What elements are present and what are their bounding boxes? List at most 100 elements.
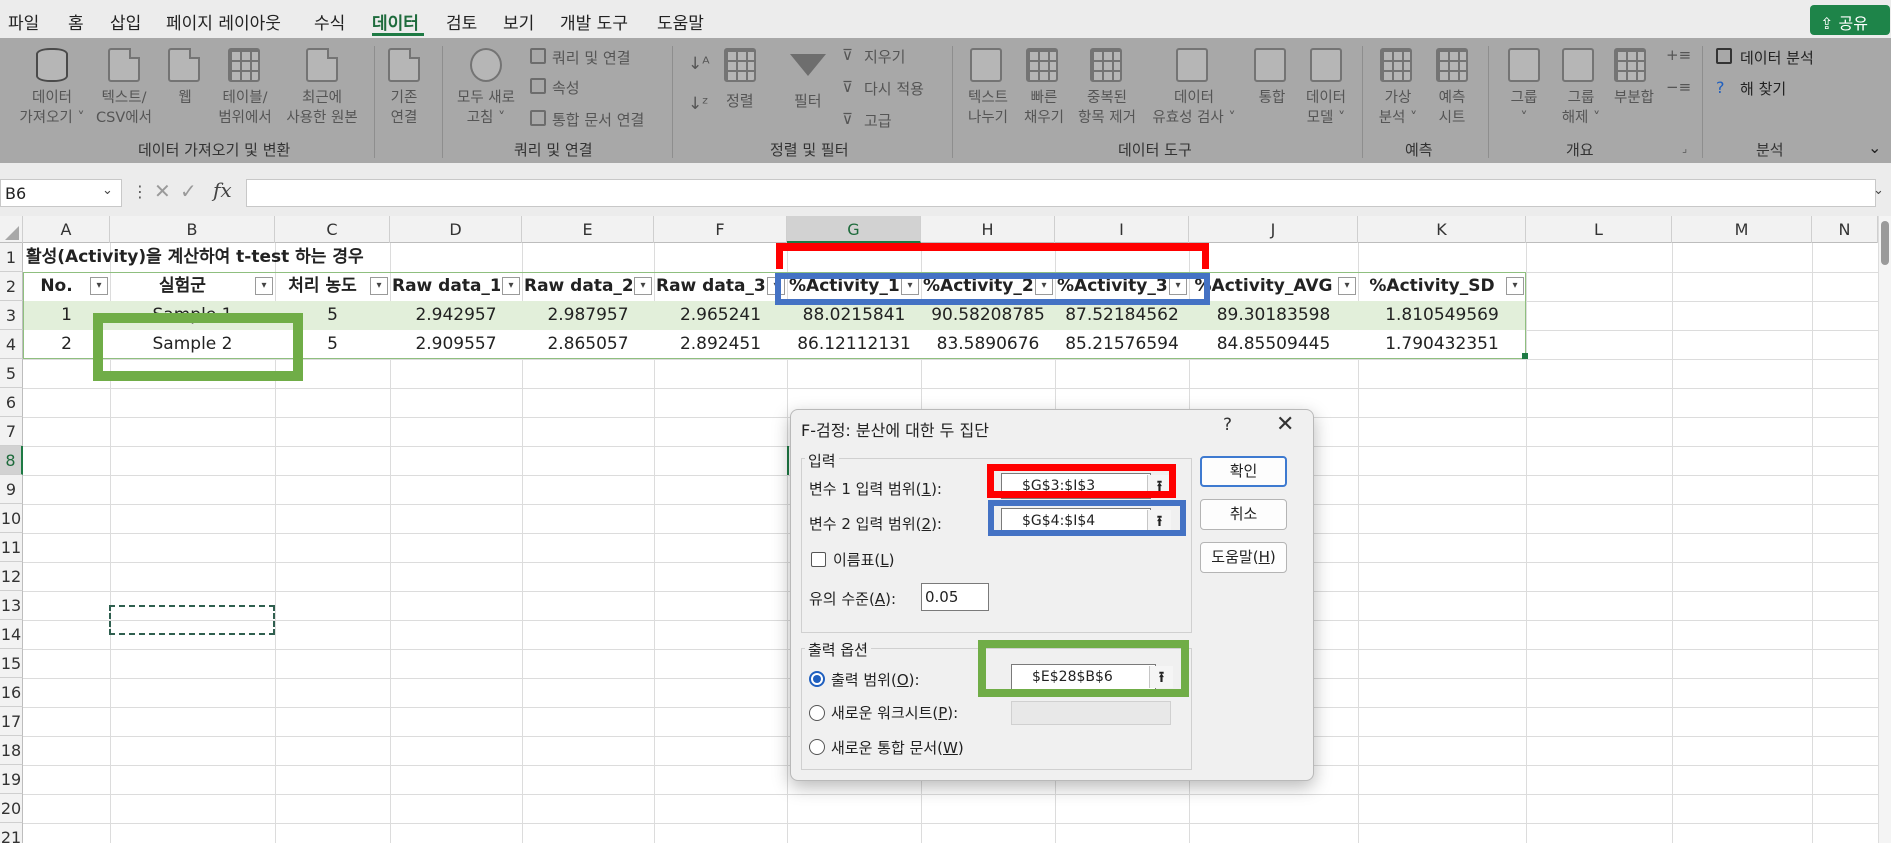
sort-asc-icon[interactable]: ↓ᴬ (688, 54, 710, 74)
group-button[interactable]: 그룹 ˅ (1500, 88, 1548, 128)
table-cell[interactable]: 2.865057 (524, 330, 652, 359)
menu-help[interactable]: 도움말 (657, 9, 704, 34)
new-worksheet-radio[interactable] (809, 705, 825, 721)
cancel-button[interactable]: 취소 (1200, 499, 1287, 530)
consolidate-button[interactable]: 통합 (1254, 88, 1290, 108)
from-table-button[interactable]: 테이블/ 범위에서 (212, 88, 278, 128)
column-header-5[interactable]: E (522, 216, 654, 243)
column-header-4[interactable]: D (390, 216, 522, 243)
table-cell[interactable]: 2.892451 (656, 330, 785, 359)
table-cell[interactable]: 2.987957 (524, 301, 652, 330)
vertical-scrollbar[interactable] (1878, 216, 1891, 843)
column-header-11[interactable]: K (1358, 216, 1526, 243)
row-header-13[interactable]: 13 (0, 591, 23, 620)
column-header-3[interactable]: C (275, 216, 390, 243)
sort-desc-icon[interactable]: ↓ᶻ (688, 94, 708, 114)
sheet-title-cell[interactable]: 활성(Activity)을 계산하여 t-test 하는 경우 (26, 243, 364, 272)
column-header-7[interactable]: G (787, 216, 921, 243)
menu-developer[interactable]: 개발 도구 (560, 9, 628, 34)
insert-function-icon[interactable]: fx (213, 178, 232, 202)
collapse-ribbon-icon[interactable]: ⌄ (1868, 138, 1881, 157)
text-to-columns-button[interactable]: 텍스트 나누기 (960, 88, 1016, 128)
recent-sources-button[interactable]: 최근에 사용한 원본 (280, 88, 364, 128)
column-header-2[interactable]: B (110, 216, 275, 243)
column-header-12[interactable]: L (1526, 216, 1672, 243)
queries-connections-button[interactable]: 쿼리 및 연결 (552, 47, 631, 68)
web-button[interactable]: 웹 (170, 88, 200, 108)
cancel-entry-icon[interactable]: ✕ (154, 179, 171, 203)
filter-button[interactable]: 필터 (794, 90, 822, 111)
column-header-8[interactable]: H (921, 216, 1055, 243)
table-header-cell[interactable]: No. (25, 272, 88, 301)
filter-dropdown-icon[interactable]: ▾ (1506, 277, 1524, 295)
ungroup-button[interactable]: 그룹 해제 ˅ (1554, 88, 1608, 128)
table-cell[interactable]: 83.5890676 (923, 330, 1053, 359)
row-header-21[interactable]: 21 (0, 823, 23, 843)
table-cell[interactable]: 84.85509445 (1191, 330, 1356, 359)
solver-button[interactable]: 해 찾기 (1740, 78, 1786, 99)
menu-file[interactable]: 파일 (8, 9, 39, 34)
row-header-10[interactable]: 10 (0, 504, 23, 533)
column-header-1[interactable]: A (23, 216, 110, 243)
advanced-filter-button[interactable]: 고급 (864, 110, 892, 131)
row-header-7[interactable]: 7 (0, 417, 23, 446)
table-cell[interactable]: 1.810549569 (1360, 301, 1524, 330)
row-header-1[interactable]: 1 (0, 243, 23, 272)
select-all-button[interactable] (0, 216, 23, 243)
menu-data[interactable]: 데이터 (372, 9, 419, 34)
workbook-links-button[interactable]: 통합 문서 연결 (552, 109, 644, 130)
what-if-button[interactable]: 가상 분석 ˅ (1372, 88, 1424, 128)
more-options-icon[interactable]: ⋮ (132, 182, 148, 201)
table-cell[interactable]: 85.21576594 (1057, 330, 1187, 359)
row-header-9[interactable]: 9 (0, 475, 23, 504)
scrollbar-thumb[interactable] (1881, 221, 1889, 265)
table-header-cell[interactable]: Raw data_2 (524, 272, 632, 301)
column-header-9[interactable]: I (1055, 216, 1189, 243)
share-button[interactable]: ⇪ 공유 (1810, 5, 1890, 35)
row-header-15[interactable]: 15 (0, 649, 23, 678)
filter-dropdown-icon[interactable]: ▾ (1338, 277, 1356, 295)
table-cell[interactable]: 90.58208785 (923, 301, 1053, 330)
hide-detail-icon[interactable]: −≡ (1666, 78, 1691, 96)
filter-dropdown-icon[interactable]: ▾ (634, 277, 652, 295)
row-header-4[interactable]: 4 (0, 330, 23, 359)
reapply-button[interactable]: 다시 적용 (864, 78, 924, 99)
outline-dialog-launcher-icon[interactable]: ⌟ (1682, 142, 1687, 155)
filter-dropdown-icon[interactable]: ▾ (502, 277, 520, 295)
menu-insert[interactable]: 삽입 (110, 9, 141, 34)
row-header-16[interactable]: 16 (0, 678, 23, 707)
menu-home[interactable]: 홈 (68, 9, 84, 34)
table-header-cell[interactable]: 처리 농도 (277, 272, 368, 301)
row-header-18[interactable]: 18 (0, 736, 23, 765)
expand-formula-bar-icon[interactable]: ⌄ (1873, 183, 1884, 198)
labels-checkbox[interactable] (811, 552, 826, 567)
help-button[interactable]: 도움말(H) (1200, 542, 1287, 573)
column-header-14[interactable]: N (1812, 216, 1878, 243)
menu-page-layout[interactable]: 페이지 레이아웃 (166, 9, 281, 34)
menu-formulas[interactable]: 수식 (314, 9, 345, 34)
table-cell[interactable]: 2.965241 (656, 301, 785, 330)
ok-button[interactable]: 확인 (1200, 456, 1287, 487)
row-header-3[interactable]: 3 (0, 301, 23, 330)
table-cell[interactable]: 2.942957 (392, 301, 520, 330)
filter-dropdown-icon[interactable]: ▾ (370, 277, 388, 295)
new-workbook-radio[interactable] (809, 739, 825, 755)
refresh-all-button[interactable]: 모두 새로 고침 ˅ (450, 88, 522, 128)
table-header-cell[interactable]: %Activity_AVG (1191, 272, 1336, 301)
forecast-sheet-button[interactable]: 예측 시트 (1432, 88, 1472, 128)
table-cell[interactable]: 88.0215841 (789, 301, 919, 330)
help-icon[interactable]: ? (1223, 415, 1232, 435)
menu-review[interactable]: 검토 (446, 9, 477, 34)
remove-duplicates-button[interactable]: 중복된 항목 제거 (1072, 88, 1142, 128)
data-validation-button[interactable]: 데이터 유효성 검사 ˅ (1144, 88, 1244, 128)
alpha-input[interactable]: 0.05 (921, 583, 989, 611)
close-icon[interactable]: ✕ (1276, 412, 1294, 437)
sort-button[interactable]: 정렬 (726, 90, 754, 111)
get-data-button[interactable]: 데이터 가져오기 ˅ (12, 88, 92, 128)
row-header-17[interactable]: 17 (0, 707, 23, 736)
existing-connections-button[interactable]: 기존 연결 (382, 88, 426, 128)
menu-view[interactable]: 보기 (503, 9, 534, 34)
table-header-cell[interactable]: Raw data_3 (656, 272, 765, 301)
table-cell[interactable]: 87.52184562 (1057, 301, 1187, 330)
row-header-12[interactable]: 12 (0, 562, 23, 591)
